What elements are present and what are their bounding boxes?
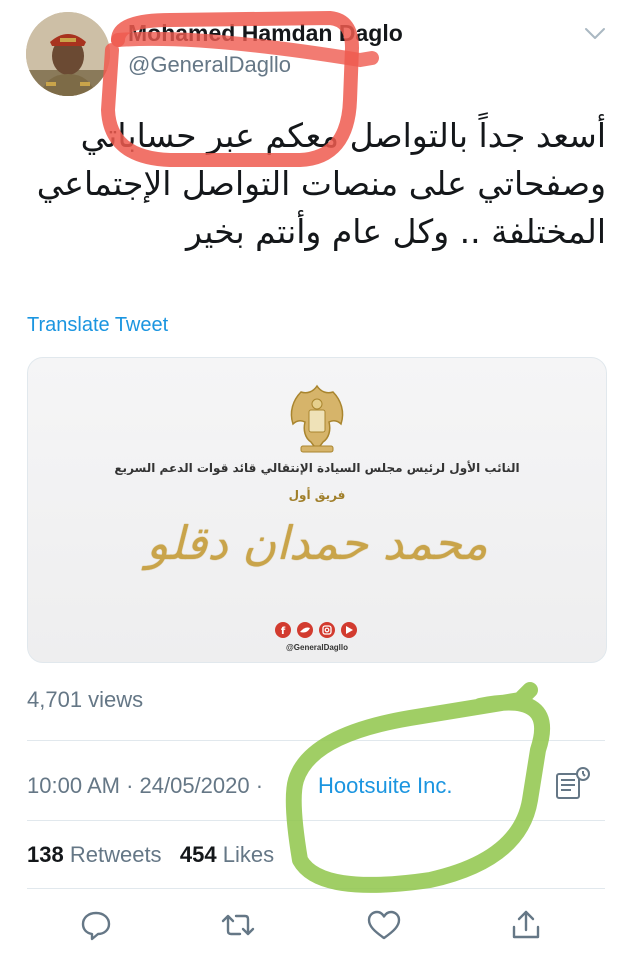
tweet-text-line: أسعد جداً بالتواصل معكم عبر حساباتي	[80, 116, 606, 155]
retweets-stat[interactable]: 138 Retweets	[27, 842, 162, 867]
media-calligraphy-name: محمد حمدان دقلو	[146, 516, 488, 570]
emblem-icon	[283, 380, 351, 458]
heart-icon[interactable]	[364, 905, 404, 945]
display-name[interactable]: Mohamed Hamdan Daglo	[128, 20, 403, 47]
likes-stat[interactable]: 454 Likes	[180, 842, 274, 867]
user-handle[interactable]: @GeneralDagllo	[128, 52, 291, 78]
reply-icon[interactable]	[76, 905, 116, 945]
likes-count: 454	[179, 842, 217, 867]
tweet-media-image[interactable]: النائب الأول لرئيس مجلس السيادة الإنتقال…	[27, 357, 607, 663]
chevron-down-icon[interactable]	[583, 26, 607, 42]
retweet-icon[interactable]	[218, 905, 258, 945]
media-rank-line: فريق أول	[288, 488, 346, 502]
divider	[27, 888, 605, 889]
translate-tweet-link[interactable]: Translate Tweet	[27, 314, 168, 337]
social-icons-row: f	[273, 620, 363, 640]
avatar-image	[26, 12, 110, 96]
tweet-text: أسعد جداً بالتواصل معكم عبر حساباتي وصفح…	[26, 112, 606, 256]
engagement-stats: 138 Retweets 454 Likes	[27, 842, 274, 868]
avatar[interactable]	[26, 12, 110, 96]
likes-label: Likes	[222, 842, 275, 867]
tweet-timestamp[interactable]: 10:00 AM · 24/05/2020 ·	[27, 773, 263, 799]
retweets-count: 138	[27, 842, 64, 867]
tweet-source-link[interactable]: Hootsuite Inc.	[318, 773, 453, 799]
retweets-label: Retweets	[69, 842, 162, 867]
share-icon[interactable]	[506, 905, 546, 945]
analytics-icon[interactable]	[553, 766, 593, 802]
media-social-handle: @GeneralDagllo	[285, 643, 349, 652]
views-count[interactable]: 4,701 views	[27, 687, 143, 713]
tweet-text-line: المختلفة .. وكل عام وأنتم بخير	[186, 212, 606, 251]
media-title-line: النائب الأول لرئيس مجلس السيادة الإنتقال…	[114, 461, 520, 475]
tweet-text-line: وصفحاتي على منصات التواصل الإجتماعي	[36, 164, 606, 203]
svg-text:f: f	[281, 626, 286, 637]
divider	[27, 740, 605, 741]
divider	[27, 820, 605, 821]
